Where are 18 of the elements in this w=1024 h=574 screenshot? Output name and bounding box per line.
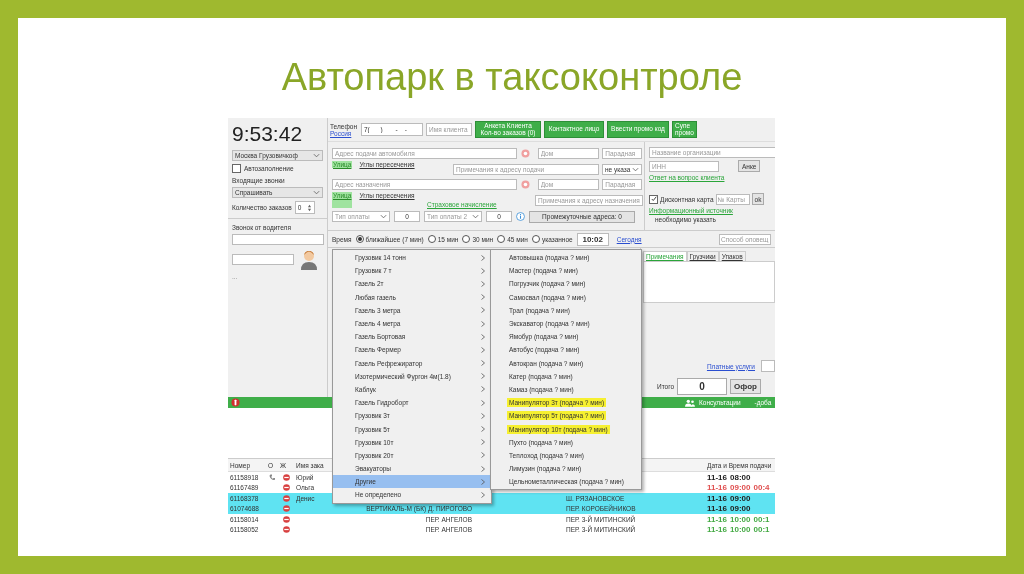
delay-time: 00:1 bbox=[753, 514, 770, 524]
pickup-date: 11-16 bbox=[707, 493, 728, 503]
total-value: 0 bbox=[677, 378, 728, 395]
clock: 9:53:42 bbox=[232, 121, 304, 147]
delay-time: 00:1 bbox=[753, 525, 770, 534]
pickup-time: 09:00 bbox=[730, 504, 751, 514]
pickup-time: 08:00 bbox=[730, 472, 751, 482]
pickup-date: 11-16 bbox=[707, 514, 728, 524]
pickup-time: 10:00 bbox=[730, 525, 751, 534]
pickup-time: 10:00 bbox=[730, 514, 751, 524]
pickup-date: 11-16 bbox=[707, 525, 728, 534]
delay-time: 00:4 bbox=[753, 483, 770, 493]
pickup-date: 11-16 bbox=[707, 504, 728, 514]
pickup-time: 09:00 bbox=[730, 483, 751, 493]
pickup-date: 11-16 bbox=[707, 472, 728, 482]
pickup-date: 11-16 bbox=[707, 483, 728, 493]
slide-title: Автопарк в таксоконтроле bbox=[280, 55, 744, 100]
pickup-time: 09:00 bbox=[730, 493, 751, 503]
